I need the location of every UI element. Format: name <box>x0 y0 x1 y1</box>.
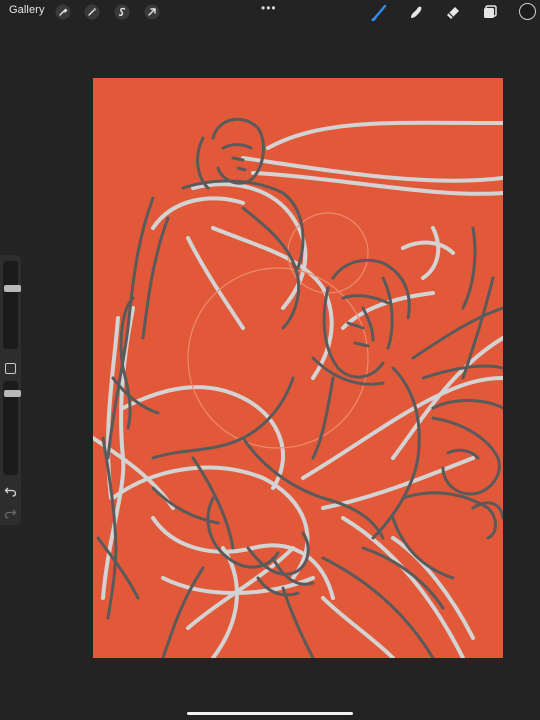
smudge-icon[interactable] <box>407 3 425 21</box>
brush-icon[interactable] <box>371 3 389 21</box>
more-options-button[interactable]: ••• <box>261 1 277 15</box>
brush-size-thumb[interactable] <box>4 285 21 292</box>
gallery-button[interactable]: Gallery <box>9 4 45 16</box>
home-indicator[interactable] <box>187 712 353 715</box>
transform-arrow-icon[interactable] <box>144 4 160 20</box>
modify-button[interactable] <box>5 363 16 374</box>
top-toolbar: Gallery ••• <box>0 0 540 24</box>
redo-icon[interactable] <box>4 507 17 520</box>
eraser-icon[interactable] <box>444 3 462 21</box>
opacity-thumb[interactable] <box>4 390 21 397</box>
opacity-slider[interactable] <box>3 381 21 475</box>
drawing-canvas[interactable] <box>93 78 503 658</box>
brush-size-slider[interactable] <box>3 261 21 349</box>
sketch-artwork <box>93 117 503 658</box>
left-sidebar <box>0 255 21 525</box>
color-picker-button[interactable] <box>519 3 536 20</box>
selection-s-icon[interactable] <box>114 4 130 20</box>
undo-icon[interactable] <box>4 485 17 498</box>
magic-wand-icon[interactable] <box>84 4 100 20</box>
wrench-icon[interactable] <box>55 4 71 20</box>
layers-icon[interactable] <box>481 3 499 21</box>
